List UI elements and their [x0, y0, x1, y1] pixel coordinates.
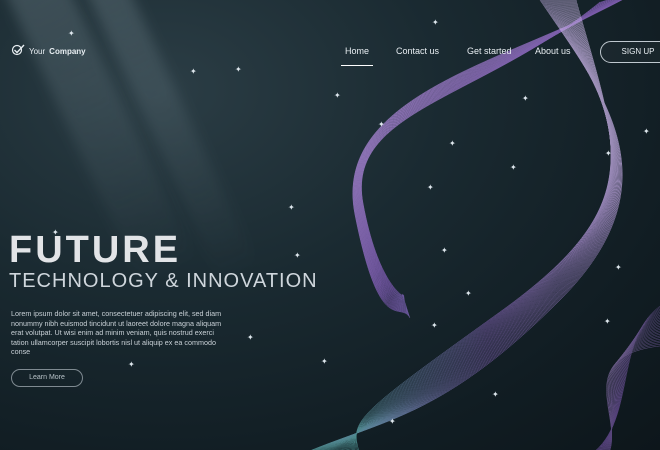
star-icon: ✦ — [492, 390, 499, 399]
wave-graphic — [311, 0, 660, 450]
star-icon: ✦ — [465, 289, 472, 298]
checkmark-logo-icon — [11, 44, 25, 58]
hero-title: FUTURE — [9, 229, 182, 271]
star-icon: ✦ — [190, 67, 197, 76]
star-icon: ✦ — [431, 321, 438, 330]
star-icon: ✦ — [294, 251, 301, 260]
nav-get-started[interactable]: Get started — [467, 46, 512, 56]
star-icon: ✦ — [449, 139, 456, 148]
nav-about[interactable]: About us — [535, 46, 571, 56]
hero-body: Lorem ipsum dolor sit amet, consectetuer… — [11, 309, 222, 356]
star-icon: ✦ — [128, 360, 135, 369]
brand-name: Company — [49, 46, 86, 56]
star-icon: ✦ — [604, 317, 611, 326]
star-icon: ✦ — [321, 357, 328, 366]
signup-button[interactable]: SIGN UP — [600, 41, 660, 63]
star-icon: ✦ — [389, 417, 396, 426]
star-icon: ✦ — [432, 18, 439, 27]
star-icon: ✦ — [427, 183, 434, 192]
star-icon: ✦ — [510, 163, 517, 172]
star-icon: ✦ — [615, 263, 622, 272]
star-icon: ✦ — [288, 203, 295, 212]
brand-prefix: Your — [29, 46, 46, 56]
brand-logo[interactable]: Your Company — [11, 44, 86, 58]
star-icon: ✦ — [643, 127, 650, 136]
hero-subtitle: TECHNOLOGY & INNOVATION — [9, 270, 318, 292]
star-icon: ✦ — [247, 333, 254, 342]
star-icon: ✦ — [68, 29, 75, 38]
star-icon: ✦ — [334, 91, 341, 100]
star-icon: ✦ — [235, 65, 242, 74]
star-icon: ✦ — [605, 149, 612, 158]
learn-more-button[interactable]: Learn More — [11, 369, 83, 387]
star-icon: ✦ — [522, 94, 529, 103]
star-icon: ✦ — [441, 246, 448, 255]
nav-home[interactable]: Home — [340, 46, 374, 66]
nav-contact[interactable]: Contact us — [396, 46, 439, 56]
star-icon: ✦ — [378, 120, 385, 129]
